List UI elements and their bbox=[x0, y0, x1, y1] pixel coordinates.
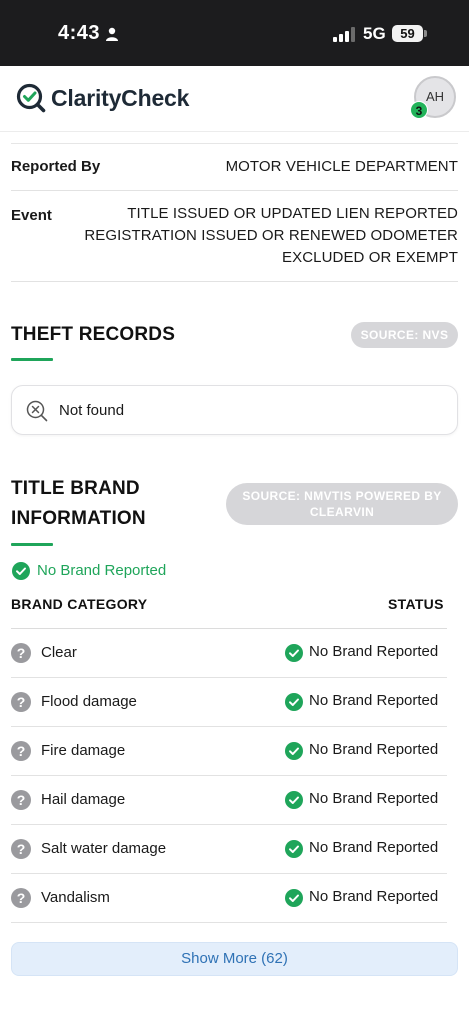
clarity-check-logo-icon[interactable] bbox=[16, 83, 46, 113]
title-brand-title-line: TITLE BRAND bbox=[11, 478, 140, 499]
info-row-reported-by: Reported By MOTOR VEHICLE DEPARTMENT bbox=[11, 144, 458, 191]
check-circle-icon bbox=[12, 562, 30, 580]
question-circle-icon[interactable]: ? bbox=[11, 839, 31, 859]
section-underline bbox=[11, 543, 53, 546]
theft-result-card: Not found bbox=[11, 385, 458, 435]
brand-status: No Brand Reported bbox=[309, 692, 439, 709]
status-time: 4:43 bbox=[58, 22, 101, 44]
column-header-status: STATUS bbox=[388, 596, 444, 612]
question-circle-icon[interactable]: ? bbox=[11, 790, 31, 810]
event-value: TITLE ISSUED OR UPDATED LIEN REPORTED RE… bbox=[84, 203, 458, 269]
source-badge-line: SOURCE: NMVTIS POWERED BY bbox=[242, 489, 442, 503]
check-circle-icon bbox=[285, 742, 303, 760]
network-type: 5G bbox=[363, 24, 386, 43]
brand-status: No Brand Reported bbox=[309, 643, 439, 660]
question-circle-icon[interactable]: ? bbox=[11, 741, 31, 761]
svg-text:?: ? bbox=[17, 645, 26, 661]
check-circle-icon bbox=[285, 840, 303, 858]
question-circle-icon[interactable]: ? bbox=[11, 643, 31, 663]
brand-category: Flood damage bbox=[41, 693, 137, 710]
brand-status: No Brand Reported bbox=[309, 741, 439, 758]
app-name[interactable]: ClarityCheck bbox=[51, 85, 189, 112]
brand-status: No Brand Reported bbox=[309, 888, 439, 905]
person-icon bbox=[106, 27, 118, 41]
signal-strength-icon bbox=[333, 27, 355, 42]
reported-by-label: Reported By bbox=[11, 158, 101, 175]
title-brand-title: TITLE BRAND INFORMATION bbox=[11, 474, 146, 534]
event-value-line: REGISTRATION ISSUED OR RENEWED ODOMETER bbox=[84, 227, 458, 244]
check-circle-icon bbox=[285, 693, 303, 711]
brand-status: No Brand Reported bbox=[309, 839, 439, 856]
theft-source-badge: SOURCE: NVS bbox=[351, 322, 458, 348]
event-value-line: TITLE ISSUED OR UPDATED LIEN REPORTED bbox=[127, 205, 458, 222]
brand-category: Clear bbox=[41, 644, 77, 661]
question-circle-icon[interactable]: ? bbox=[11, 888, 31, 908]
title-brand-title-line: INFORMATION bbox=[11, 508, 146, 529]
svg-text:?: ? bbox=[17, 890, 26, 906]
source-badge-line: CLEARVIN bbox=[309, 505, 375, 519]
section-underline bbox=[11, 358, 53, 361]
question-circle-icon[interactable]: ? bbox=[11, 692, 31, 712]
table-row: ? Fire damage No Brand Reported bbox=[11, 727, 447, 776]
table-row: ? Flood damage No Brand Reported bbox=[11, 678, 447, 727]
svg-text:?: ? bbox=[17, 841, 26, 857]
event-value-line: EXCLUDED OR EXEMPT bbox=[282, 249, 458, 266]
theft-records-title: THEFT RECORDS bbox=[11, 324, 176, 345]
svg-text:?: ? bbox=[17, 694, 26, 710]
check-circle-icon bbox=[285, 791, 303, 809]
table-row: ? Clear No Brand Reported bbox=[11, 629, 447, 678]
show-more-button[interactable]: Show More (62) bbox=[11, 942, 458, 976]
svg-text:?: ? bbox=[17, 792, 26, 808]
check-circle-icon bbox=[285, 644, 303, 662]
table-row: ? Vandalism No Brand Reported bbox=[11, 874, 447, 923]
notification-badge: 3 bbox=[410, 101, 428, 119]
app-header: ClarityCheck AH 3 bbox=[0, 66, 469, 132]
brand-category: Fire damage bbox=[41, 742, 126, 759]
brand-summary-status: No Brand Reported bbox=[37, 562, 167, 579]
info-row-event: Event TITLE ISSUED OR UPDATED LIEN REPOR… bbox=[11, 191, 458, 282]
battery-level: 59 bbox=[392, 25, 423, 42]
svg-text:?: ? bbox=[17, 743, 26, 759]
reported-by-value: MOTOR VEHICLE DEPARTMENT bbox=[225, 158, 458, 175]
title-brand-source-badge: SOURCE: NMVTIS POWERED BY CLEARVIN bbox=[226, 483, 458, 525]
brand-category: Hail damage bbox=[41, 791, 126, 808]
table-row: ? Hail damage No Brand Reported bbox=[11, 776, 447, 825]
brand-category: Vandalism bbox=[41, 889, 110, 906]
magnifier-x-icon bbox=[26, 400, 48, 422]
battery-icon: 59 bbox=[392, 25, 428, 43]
check-circle-icon bbox=[285, 889, 303, 907]
brand-status: No Brand Reported bbox=[309, 790, 439, 807]
theft-result-text: Not found bbox=[59, 402, 125, 419]
event-label: Event bbox=[11, 207, 52, 224]
column-header-brand-category: BRAND CATEGORY bbox=[11, 596, 148, 612]
status-bar: 4:43 5G 59 bbox=[0, 0, 469, 66]
brand-category: Salt water damage bbox=[41, 840, 167, 857]
table-row: ? Salt water damage No Brand Reported bbox=[11, 825, 447, 874]
